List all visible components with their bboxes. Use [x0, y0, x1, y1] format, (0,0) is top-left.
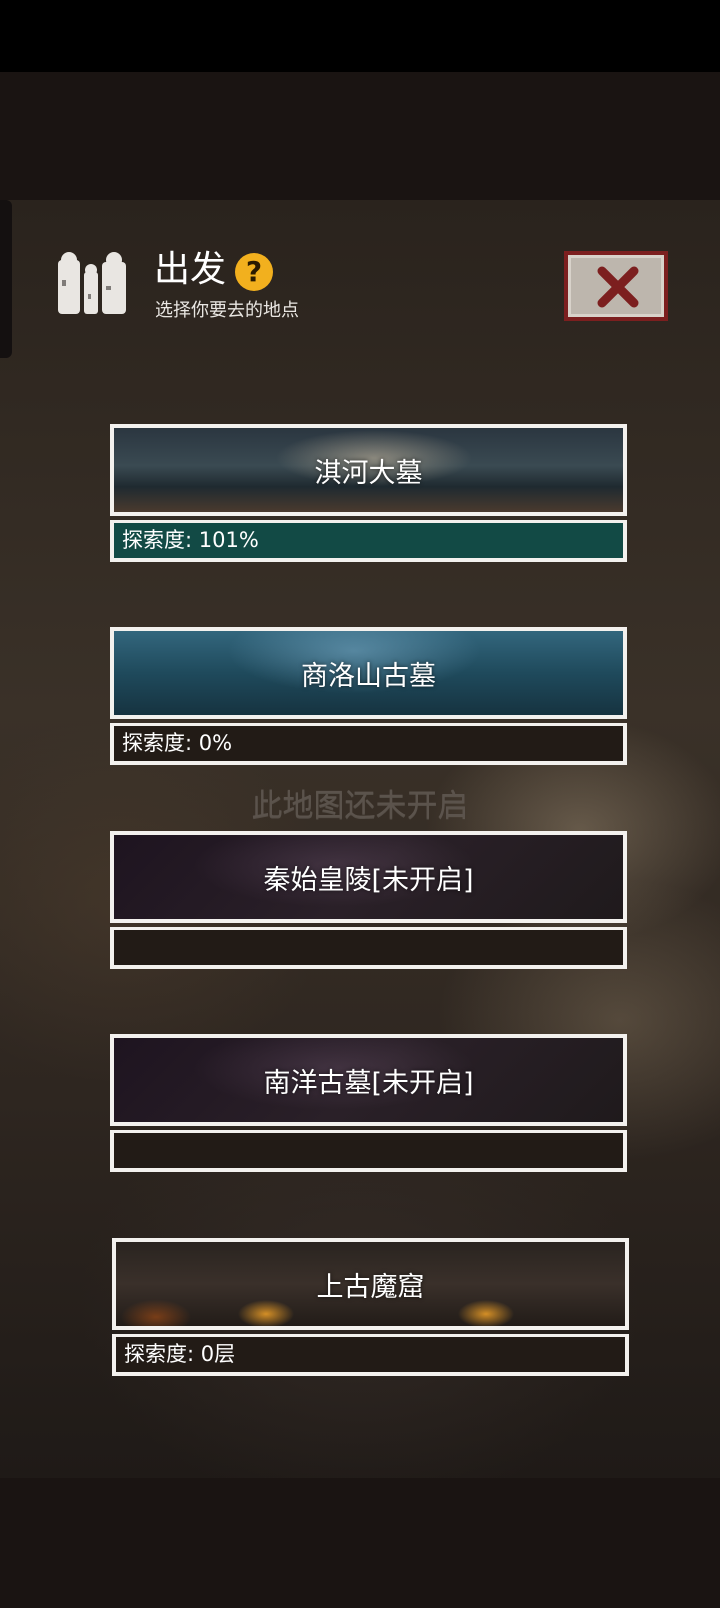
location-name: 淇河大墓 — [314, 457, 423, 489]
question-mark-icon[interactable]: ? — [235, 253, 273, 291]
crew-silhouette-icon — [54, 250, 134, 316]
page-subtitle: 选择你要去的地点 — [155, 300, 299, 321]
exploration-progress: 探索度: 0层 — [112, 1334, 629, 1376]
location-card-qinshihuang[interactable]: 秦始皇陵[未开启] — [110, 831, 627, 969]
location-name: 商洛山古墓 — [301, 660, 436, 692]
status-bar — [0, 0, 720, 72]
location-card-nanyang[interactable]: 南洋古墓[未开启] — [110, 1034, 627, 1172]
location-name: 南洋古墓[未开启] — [263, 1067, 474, 1099]
exploration-progress — [110, 1130, 627, 1172]
location-name: 秦始皇陵[未开启] — [263, 864, 474, 896]
exploration-progress — [110, 927, 627, 969]
page-title: 出发 — [154, 249, 227, 290]
location-image[interactable]: 上古魔窟 — [112, 1238, 629, 1330]
location-image[interactable]: 商洛山古墓 — [110, 627, 627, 719]
location-image[interactable]: 秦始皇陵[未开启] — [110, 831, 627, 923]
location-card-shangluo[interactable]: 商洛山古墓 探索度: 0% — [110, 627, 627, 765]
location-image[interactable]: 南洋古墓[未开启] — [110, 1034, 627, 1126]
side-tab[interactable] — [0, 200, 12, 358]
exploration-progress: 探索度: 0% — [110, 723, 627, 765]
locked-notice: 此地图还未开启 — [251, 788, 469, 824]
close-button[interactable] — [564, 251, 668, 321]
exploration-progress: 探索度: 101% — [110, 520, 627, 562]
location-card-qihe[interactable]: 淇河大墓 探索度: 101% — [110, 424, 627, 562]
location-card-shanggu-mohku[interactable]: 上古魔窟 探索度: 0层 — [112, 1238, 629, 1376]
navigation-bar — [0, 1478, 720, 1608]
close-x-icon — [597, 266, 639, 308]
location-image[interactable]: 淇河大墓 — [110, 424, 627, 516]
location-name: 上古魔窟 — [316, 1271, 425, 1303]
